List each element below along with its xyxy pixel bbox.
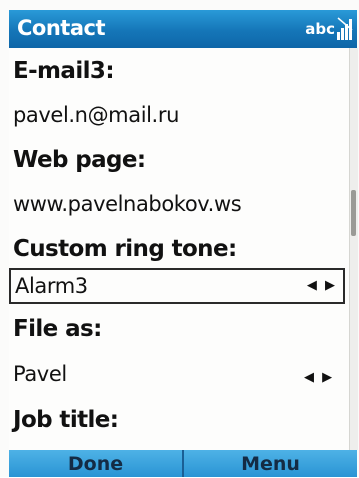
title-bar: Contact abc	[9, 10, 357, 48]
left-right-arrows-icon[interactable]: ◀ ▶	[307, 278, 337, 293]
left-right-arrows-icon[interactable]: ◀ ▶	[304, 370, 353, 385]
file-as-label: File as:	[13, 316, 102, 342]
email3-field[interactable]: pavel.n@mail.ru	[13, 103, 345, 127]
ring-tone-picker[interactable]: Alarm3 ◀ ▶	[9, 268, 345, 304]
custom-ring-tone-label: Custom ring tone:	[13, 236, 237, 262]
signal-strength-icon	[337, 17, 353, 40]
page-title: Contact	[17, 16, 106, 40]
done-softkey[interactable]: Done	[9, 450, 182, 477]
web-page-label: Web page:	[13, 147, 146, 173]
ring-tone-value: Alarm3	[15, 274, 88, 298]
menu-softkey[interactable]: Menu	[184, 450, 357, 477]
web-page-field[interactable]: www.pavelnabokov.ws	[13, 192, 345, 216]
scrollbar[interactable]	[349, 48, 358, 450]
email3-label: E-mail3:	[13, 58, 115, 84]
phone-screen: Contact abc E-mail3: pavel.n@mail.ru Web…	[0, 0, 359, 477]
job-title-label: Job title:	[13, 407, 119, 433]
scroll-thumb[interactable]	[351, 190, 356, 236]
input-mode-indicator: abc	[305, 20, 335, 38]
softkey-bar: Done Menu	[9, 450, 357, 477]
file-as-field[interactable]: Pavel	[13, 362, 345, 386]
